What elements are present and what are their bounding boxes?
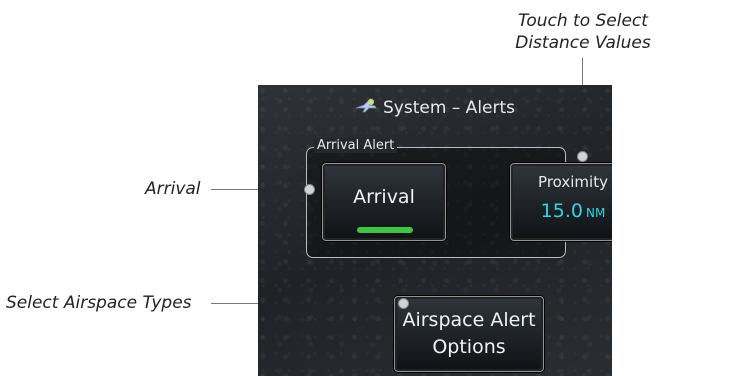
callout-distance-line1: Touch to Select — [518, 11, 648, 31]
callout-arrival-dot — [304, 184, 315, 195]
arrival-button-label: Arrival — [353, 186, 415, 208]
callout-airspace-dot — [398, 298, 409, 309]
airspace-alert-options-button[interactable]: Airspace Alert Options — [394, 296, 544, 372]
callout-arrival: Arrival — [145, 179, 201, 199]
callout-airspace: Select Airspace Types — [6, 293, 192, 313]
proximity-value-unit: NM — [585, 206, 606, 220]
proximity-button-label: Proximity — [538, 173, 608, 191]
screen-title: System – Alerts — [258, 97, 612, 118]
airspace-alert-options-line2: Options — [432, 336, 506, 358]
callout-distance: Touch to Select Distance Values — [503, 10, 663, 54]
callout-distance-line2: Distance Values — [515, 33, 651, 53]
proximity-button[interactable]: Proximity 15.0 NM — [510, 163, 612, 241]
arrival-enabled-indicator — [357, 227, 413, 233]
airspace-alert-options-label: Airspace Alert Options — [395, 307, 543, 361]
airplane-icon — [355, 97, 377, 118]
proximity-value: 15.0 NM — [511, 200, 612, 222]
arrival-toggle-button[interactable]: Arrival — [322, 163, 446, 241]
proximity-value-number: 15.0 — [540, 200, 583, 222]
airspace-alert-options-line1: Airspace Alert — [402, 309, 536, 331]
arrival-alert-group-label: Arrival Alert — [314, 138, 398, 153]
device-screen: System – Alerts Arrival Alert Arrival Pr… — [258, 85, 612, 376]
screen-title-text: System – Alerts — [382, 98, 516, 118]
callout-distance-dot — [577, 151, 588, 162]
